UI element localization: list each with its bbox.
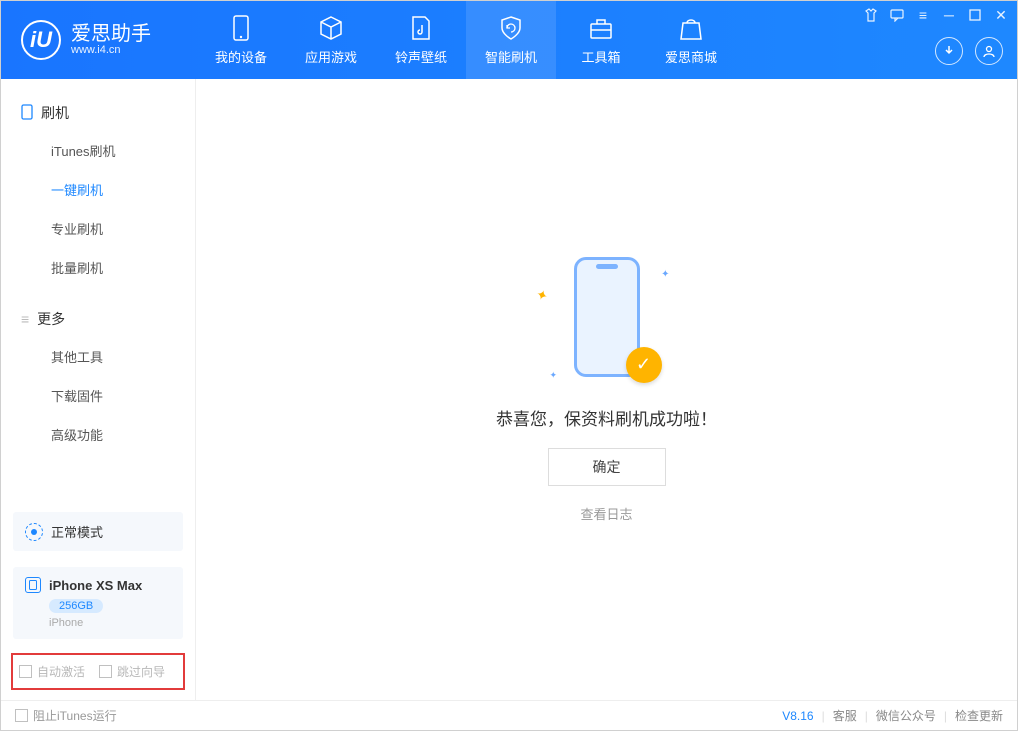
sparkle-icon: ✦ (533, 285, 550, 305)
download-button[interactable] (935, 37, 963, 65)
sparkle-icon: ✦ (550, 370, 558, 381)
sidebar-item-other-tools[interactable]: 其他工具 (1, 337, 195, 376)
sidebar-item-advanced[interactable]: 高级功能 (1, 415, 195, 454)
checkbox-auto-activate[interactable]: 自动激活 (19, 663, 85, 680)
success-illustration: ✦ ✦ ✦ ✓ (522, 257, 692, 387)
ok-button[interactable]: 确定 (548, 448, 666, 486)
minimize-button[interactable]: ─ (941, 7, 957, 23)
group-title: 刷机 (41, 103, 69, 123)
checkbox-skip-guide[interactable]: 跳过向导 (99, 663, 165, 680)
checkbox-label: 阻止iTunes运行 (33, 707, 117, 724)
header-circle-buttons (935, 37, 1003, 65)
app-name: 爱思助手 (71, 24, 151, 44)
mode-label: 正常模式 (51, 522, 103, 541)
checkbox-icon (99, 665, 112, 678)
sidebar-item-itunes-flash[interactable]: iTunes刷机 (1, 131, 195, 170)
shield-refresh-icon (498, 15, 524, 41)
tab-ringtone-wallpaper[interactable]: 铃声壁纸 (376, 1, 466, 79)
device-icon (21, 104, 33, 123)
success-message: 恭喜您，保资料刷机成功啦！ (496, 405, 717, 430)
storage-badge: 256GB (49, 599, 103, 613)
close-button[interactable]: ✕ (993, 7, 1009, 23)
checkbox-label: 跳过向导 (117, 663, 165, 680)
bag-icon (678, 15, 704, 41)
device-name: iPhone XS Max (49, 578, 142, 593)
menu-icon[interactable]: ≡ (915, 7, 931, 23)
tab-label: 智能刷机 (485, 47, 537, 66)
support-link[interactable]: 客服 (833, 707, 857, 724)
phone-icon (228, 15, 254, 41)
nav-tabs: 我的设备 应用游戏 铃声壁纸 智能刷机 工具箱 爱思商城 (196, 1, 736, 79)
tab-label: 应用游戏 (305, 47, 357, 66)
view-log-link[interactable]: 查看日志 (580, 504, 632, 523)
sidebar-item-pro-flash[interactable]: 专业刷机 (1, 209, 195, 248)
footer: 阻止iTunes运行 V8.16 | 客服 | 微信公众号 | 检查更新 (1, 700, 1017, 730)
header: iU 爱思助手 www.i4.cn 我的设备 应用游戏 铃声壁纸 智能刷机 工具… (1, 1, 1017, 79)
logo-area: iU 爱思助手 www.i4.cn (1, 20, 196, 60)
checkbox-icon (15, 709, 28, 722)
music-file-icon (408, 15, 434, 41)
maximize-button[interactable] (967, 7, 983, 23)
sidebar-group-flash: 刷机 (1, 95, 195, 131)
sparkle-icon: ✦ (661, 269, 669, 280)
device-box[interactable]: iPhone XS Max 256GB iPhone (13, 567, 183, 639)
tshirt-icon[interactable] (863, 7, 879, 23)
window-controls: ≡ ─ ✕ (863, 7, 1009, 23)
sidebar-item-batch-flash[interactable]: 批量刷机 (1, 248, 195, 287)
tab-toolbox[interactable]: 工具箱 (556, 1, 646, 79)
mode-icon (25, 523, 43, 541)
sidebar-group-more: ≡ 更多 (1, 301, 195, 337)
cube-icon (318, 15, 344, 41)
tab-label: 我的设备 (215, 47, 267, 66)
sidebar-item-one-click-flash[interactable]: 一键刷机 (1, 170, 195, 209)
main-content: ✦ ✦ ✦ ✓ 恭喜您，保资料刷机成功啦！ 确定 查看日志 (196, 79, 1017, 700)
wechat-link[interactable]: 微信公众号 (876, 707, 936, 724)
app-url: www.i4.cn (71, 44, 151, 56)
tab-label: 工具箱 (581, 47, 620, 66)
check-update-link[interactable]: 检查更新 (955, 707, 1003, 724)
toolbox-icon (588, 15, 614, 41)
feedback-icon[interactable] (889, 7, 905, 23)
version-label: V8.16 (782, 709, 813, 723)
device-small-icon (25, 577, 41, 593)
group-title: 更多 (37, 309, 65, 329)
success-check-icon: ✓ (626, 347, 662, 383)
sidebar-item-download-firmware[interactable]: 下载固件 (1, 376, 195, 415)
checkbox-icon (19, 665, 32, 678)
tab-apps-games[interactable]: 应用游戏 (286, 1, 376, 79)
sidebar: 刷机 iTunes刷机 一键刷机 专业刷机 批量刷机 ≡ 更多 其他工具 下载固… (1, 79, 196, 700)
checkbox-label: 自动激活 (37, 663, 85, 680)
tab-my-device[interactable]: 我的设备 (196, 1, 286, 79)
tab-label: 铃声壁纸 (395, 47, 447, 66)
user-button[interactable] (975, 37, 1003, 65)
tab-label: 爱思商城 (665, 47, 717, 66)
tab-smart-flash[interactable]: 智能刷机 (466, 1, 556, 79)
checkbox-block-itunes[interactable]: 阻止iTunes运行 (15, 707, 117, 724)
tab-store[interactable]: 爱思商城 (646, 1, 736, 79)
device-type: iPhone (49, 617, 171, 629)
options-highlight-box: 自动激活 跳过向导 (11, 653, 185, 690)
mode-box[interactable]: 正常模式 (13, 512, 183, 551)
app-logo-icon: iU (21, 20, 61, 60)
list-icon: ≡ (21, 311, 29, 327)
